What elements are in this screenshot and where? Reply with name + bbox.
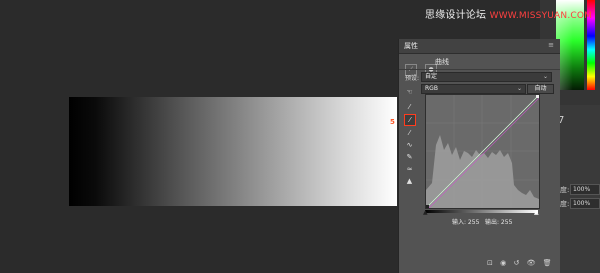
black-point-slider[interactable]: ▲ bbox=[423, 209, 428, 216]
delete-icon[interactable]: 🗑 bbox=[543, 259, 552, 267]
fill-field[interactable]: 100% bbox=[570, 198, 600, 209]
panel-footer: ⊡ ◉ ↺ 👁 🗑 bbox=[487, 259, 557, 267]
eyedropper-white-icon[interactable]: ⁄ bbox=[404, 128, 415, 139]
document-canvas-gradient bbox=[69, 97, 397, 206]
fill-label: 度: bbox=[560, 200, 570, 208]
divider bbox=[399, 69, 560, 70]
opacity-label: 度: bbox=[560, 186, 570, 194]
channel-dropdown[interactable]: RGB ⌄ bbox=[421, 84, 526, 94]
chevron-down-icon: ⌄ bbox=[542, 73, 548, 80]
target-adjust-icon[interactable]: ☜ bbox=[404, 87, 415, 98]
input-gradient-bar bbox=[425, 210, 538, 213]
step-marker: 5 bbox=[390, 118, 395, 126]
clip-to-layer-icon[interactable]: ⊡ bbox=[487, 259, 493, 267]
curve-point-icon[interactable]: ∿ bbox=[404, 140, 415, 151]
opacity-field[interactable]: 100% bbox=[570, 184, 600, 195]
eyedropper-black-icon[interactable]: ⁄ bbox=[404, 102, 415, 113]
adjustment-name: 曲线 bbox=[435, 58, 449, 66]
panel-title: 属性 bbox=[404, 42, 418, 50]
eyedropper-gray-icon[interactable]: ⁄ bbox=[404, 114, 416, 126]
properties-panel-header: 属性 ≡ bbox=[399, 39, 560, 54]
watermark-brand: 思缘设计论坛 bbox=[425, 10, 487, 21]
auto-button[interactable]: 自动 bbox=[527, 84, 554, 94]
smooth-icon[interactable]: ≈ bbox=[404, 164, 415, 175]
preset-dropdown[interactable]: 自定 ⌄ bbox=[421, 72, 552, 82]
curves-graph[interactable] bbox=[425, 94, 540, 209]
histogram bbox=[426, 135, 539, 208]
panel-menu-icon[interactable]: ≡ bbox=[548, 41, 554, 49]
pencil-icon[interactable]: ✎ bbox=[404, 152, 415, 163]
properties-panel: 属性 ≡ ⟋ ● 曲线 预设: 自定 ⌄ RGB ⌄ 自动 ☜ ⁄ ⁄ ⁄ ∿ … bbox=[398, 39, 560, 273]
preset-value: 自定 bbox=[425, 73, 438, 80]
clip-warning-icon[interactable]: ▲ bbox=[404, 176, 415, 187]
layers-panel: 7 度: 100% 度: 100% bbox=[555, 105, 600, 273]
watermark-site: WWW.MISSYUAN.COM bbox=[489, 11, 593, 21]
output-value: 输出: 255 bbox=[485, 219, 513, 226]
reset-icon[interactable]: ↺ bbox=[513, 259, 519, 267]
channel-value: RGB bbox=[425, 85, 438, 92]
watermark: 思缘设计论坛 WWW.MISSYUAN.COM bbox=[425, 6, 592, 21]
visibility-icon[interactable]: 👁 bbox=[527, 259, 536, 267]
input-value: 输入: 255 bbox=[452, 219, 480, 226]
preset-label: 预设: bbox=[405, 75, 420, 82]
view-previous-icon[interactable]: ◉ bbox=[500, 259, 506, 267]
chevron-down-icon: ⌄ bbox=[516, 85, 522, 92]
white-point-slider[interactable]: ▲ bbox=[534, 209, 539, 216]
